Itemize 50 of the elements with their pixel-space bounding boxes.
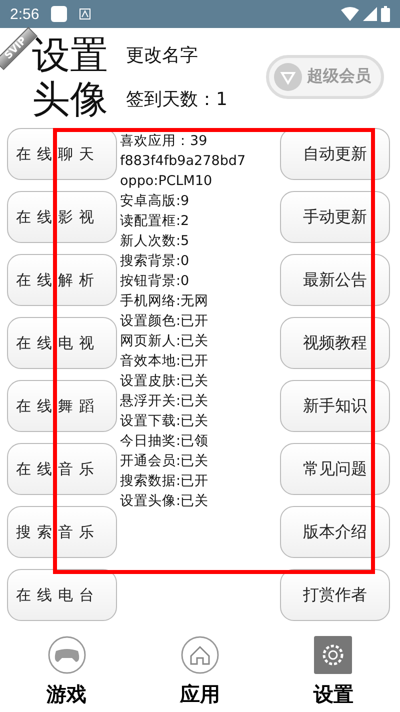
menu-button[interactable]: 自动更新 <box>280 128 390 180</box>
notification-icon <box>79 8 92 20</box>
info-line: 新人次数:5 <box>120 232 190 251</box>
notification-icon <box>51 6 68 22</box>
info-line: 设置皮肤:已关 <box>120 372 210 391</box>
info-line: 开通会员:已关 <box>120 452 210 471</box>
nav-tab[interactable]: 应用 <box>150 634 250 708</box>
gear-icon <box>313 634 354 674</box>
avatar-title[interactable]: 头像 <box>32 76 108 120</box>
info-line: 设置下载:已关 <box>120 412 210 431</box>
menu-button[interactable]: 在线解析 <box>7 254 117 306</box>
menu-button[interactable]: 在线影视 <box>7 191 117 243</box>
signal-icon <box>363 7 377 21</box>
menu-button[interactable]: 在线音乐 <box>7 443 117 495</box>
info-line: 设置头像:已关 <box>120 492 210 511</box>
menu-button[interactable]: 手动更新 <box>280 191 390 243</box>
menu-button[interactable]: 常见问题 <box>280 443 390 495</box>
menu-button[interactable]: 打赏作者 <box>280 569 390 621</box>
info-line: 搜索数据:已开 <box>120 472 210 491</box>
menu-button[interactable]: 在线电视 <box>7 317 117 369</box>
menu-button[interactable]: 新手知识 <box>280 380 390 432</box>
menu-button[interactable]: 搜索音乐 <box>7 506 117 558</box>
info-line: 读配置框:2 <box>120 212 190 231</box>
gamepad-icon <box>46 634 87 674</box>
menu-button[interactable]: 版本介绍 <box>280 506 390 558</box>
checkin-days: 签到天数：1 <box>126 86 228 110</box>
status-time: 2:56 <box>10 6 40 22</box>
battery-icon <box>381 6 390 22</box>
menu-button[interactable]: 视频教程 <box>280 317 390 369</box>
info-line: 安卓高版:9 <box>120 192 190 211</box>
info-line: 悬浮开关:已关 <box>120 392 210 411</box>
info-line: 今日抽奖:已领 <box>120 432 210 451</box>
info-line: 音效本地:已开 <box>120 352 210 371</box>
info-line: 搜索背景:0 <box>120 252 190 271</box>
info-line: f883f4fb9a278bd7 <box>120 152 247 171</box>
info-line: 按钮背景:0 <box>120 272 190 291</box>
nav-tab[interactable]: 游戏 <box>16 634 117 708</box>
info-line: 网页新人:已关 <box>120 332 210 351</box>
menu-button[interactable]: 在线聊天 <box>7 128 117 180</box>
home-icon <box>180 634 220 674</box>
info-line: 喜欢应用：39 <box>120 132 208 151</box>
wifi-icon <box>341 7 359 21</box>
info-line: 手机网络:无网 <box>120 292 210 311</box>
info-line: 设置颜色:已开 <box>120 312 210 331</box>
info-line: oppo:PCLM10 <box>120 172 214 191</box>
menu-button[interactable]: 在线舞蹈 <box>7 380 117 432</box>
rename-link[interactable]: 更改名字 <box>126 42 228 66</box>
menu-button[interactable]: 最新公告 <box>280 254 390 306</box>
menu-button[interactable]: 在线电台 <box>7 569 117 621</box>
nav-tab[interactable]: 设置 <box>283 634 384 708</box>
